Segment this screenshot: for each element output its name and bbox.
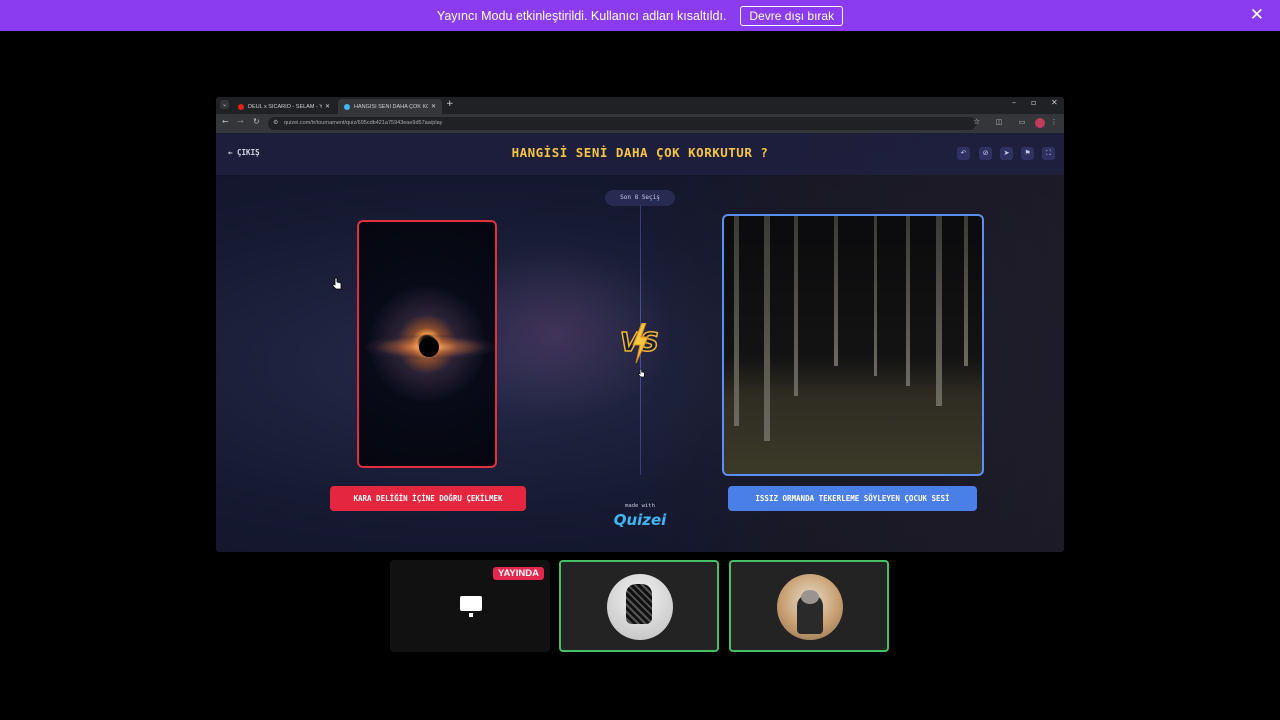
monitor-stand bbox=[469, 613, 473, 617]
live-badge: YAYINDA bbox=[492, 567, 544, 580]
participant-tile[interactable] bbox=[559, 560, 719, 652]
tab-youtube[interactable]: DEUL x SICARIO - SELAM - You ✕ bbox=[232, 99, 336, 114]
maximize-icon[interactable]: ▫ bbox=[1031, 98, 1036, 107]
participant-tile[interactable] bbox=[729, 560, 889, 652]
send-icon[interactable]: ➤ bbox=[1000, 147, 1013, 160]
banner-message: Yayıncı Modu etkinleştirildi. Kullanıcı … bbox=[436, 8, 727, 23]
streamer-mode-banner: Yayıncı Modu etkinleştirildi. Kullanıcı … bbox=[0, 0, 1280, 31]
round-badge: Son 8 Seçiş bbox=[605, 190, 675, 206]
close-tab-icon[interactable]: ✕ bbox=[431, 103, 436, 110]
tab-strip: ⌄ DEUL x SICARIO - SELAM - You ✕ HANGİSİ… bbox=[216, 97, 1064, 114]
tab-quizei[interactable]: HANGİSİ SENİ DAHA ÇOK KORK ✕ bbox=[338, 99, 442, 114]
option-label-right[interactable]: ISSIZ ORMANDA TEKERLEME SÖYLEYEN ÇOCUK S… bbox=[728, 486, 977, 511]
screen-share-tile[interactable]: YAYINDA bbox=[390, 560, 550, 652]
page-title: HANGİSİ SENİ DAHA ÇOK KORKUTUR ? bbox=[511, 145, 769, 160]
flag-icon[interactable]: ⚑ bbox=[1021, 147, 1034, 160]
back-arrow-icon[interactable]: ← bbox=[222, 117, 229, 126]
bookmark-star-icon[interactable]: ☆ bbox=[973, 117, 980, 126]
extensions-icon[interactable]: ◫ bbox=[995, 118, 1003, 126]
minimize-icon[interactable]: – bbox=[1012, 98, 1016, 107]
fullscreen-icon[interactable]: ⛶ bbox=[1042, 147, 1055, 160]
avatar bbox=[607, 574, 673, 640]
menu-icon[interactable]: ⋮ bbox=[1050, 118, 1058, 126]
monitor-icon bbox=[460, 596, 482, 611]
url-text: quizei.com/tr/tournament/quiz/695cdb421a… bbox=[284, 120, 443, 126]
made-with-text: made with bbox=[625, 503, 655, 509]
hand-cursor-icon bbox=[332, 277, 342, 290]
lightning-icon bbox=[632, 323, 649, 363]
black-hole bbox=[419, 337, 439, 357]
window-close-icon[interactable]: ✕ bbox=[1051, 98, 1058, 107]
tab-label: DEUL x SICARIO - SELAM - You bbox=[248, 103, 322, 110]
profile-avatar[interactable] bbox=[1035, 118, 1045, 128]
quiz-header: ← ÇIKIŞ HANGİSİ SENİ DAHA ÇOK KORKUTUR ?… bbox=[216, 133, 1064, 175]
cast-icon[interactable]: ▭ bbox=[1018, 118, 1026, 126]
avatar bbox=[777, 574, 843, 640]
youtube-icon bbox=[238, 103, 244, 110]
disable-streamer-mode-button[interactable]: Devre dışı bırak bbox=[740, 5, 844, 26]
option-label-left[interactable]: KARA DELİĞİN İÇİNE DOĞRU ÇEKİLMEK bbox=[330, 486, 526, 511]
tab-search-icon[interactable]: ⌄ bbox=[220, 100, 229, 109]
quizei-logo: Quizei bbox=[613, 511, 667, 529]
tab-label: HANGİSİ SENİ DAHA ÇOK KORK bbox=[354, 103, 428, 110]
quiz-page: ← ÇIKIŞ HANGİSİ SENİ DAHA ÇOK KORKUTUR ?… bbox=[216, 133, 1064, 552]
option-card-right[interactable] bbox=[722, 214, 984, 476]
option-card-left[interactable] bbox=[357, 220, 497, 468]
new-tab-icon[interactable]: + bbox=[446, 99, 454, 109]
undo-icon[interactable]: ↶ bbox=[957, 147, 970, 160]
address-bar[interactable]: ⚙ quizei.com/tr/tournament/quiz/695cdb42… bbox=[268, 117, 976, 130]
shared-browser-window: ⌄ DEUL x SICARIO - SELAM - You ✕ HANGİSİ… bbox=[216, 97, 1064, 552]
hand-cursor-icon bbox=[638, 368, 645, 378]
close-tab-icon[interactable]: ✕ bbox=[325, 103, 330, 110]
reload-icon[interactable]: ↻ bbox=[253, 117, 260, 126]
browser-toolbar: ← → ↻ ⚙ quizei.com/tr/tournament/quiz/69… bbox=[216, 114, 1064, 133]
site-info-icon[interactable]: ⚙ bbox=[273, 117, 278, 130]
link-icon[interactable]: ⊘ bbox=[979, 147, 992, 160]
quizei-icon bbox=[344, 103, 350, 110]
close-icon[interactable]: ✕ bbox=[1250, 6, 1264, 24]
forward-arrow-icon[interactable]: → bbox=[237, 117, 244, 126]
